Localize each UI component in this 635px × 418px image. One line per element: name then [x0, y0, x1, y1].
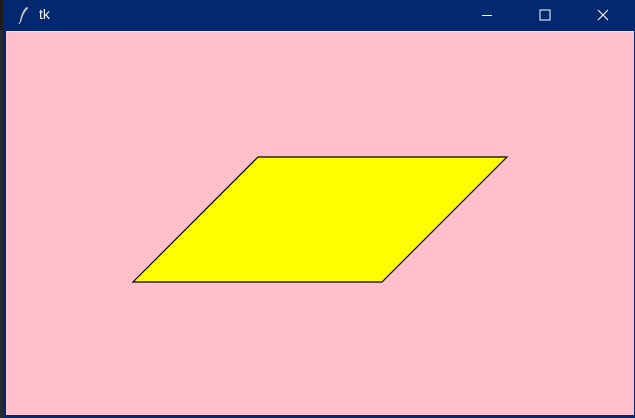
canvas-drawing [131, 156, 509, 283]
close-icon [597, 9, 609, 21]
screen: tk [0, 0, 635, 418]
canvas[interactable] [6, 31, 634, 415]
window-title: tk [39, 6, 50, 22]
tk-window: tk [3, 0, 635, 418]
parallelogram-shape [131, 156, 509, 283]
minimize-icon [482, 15, 492, 16]
maximize-icon [539, 9, 551, 21]
close-button[interactable] [580, 0, 626, 30]
minimize-button[interactable] [464, 0, 510, 30]
maximize-button[interactable] [522, 0, 568, 30]
title-bar[interactable]: tk [3, 0, 635, 30]
tk-feather-icon [17, 6, 31, 25]
